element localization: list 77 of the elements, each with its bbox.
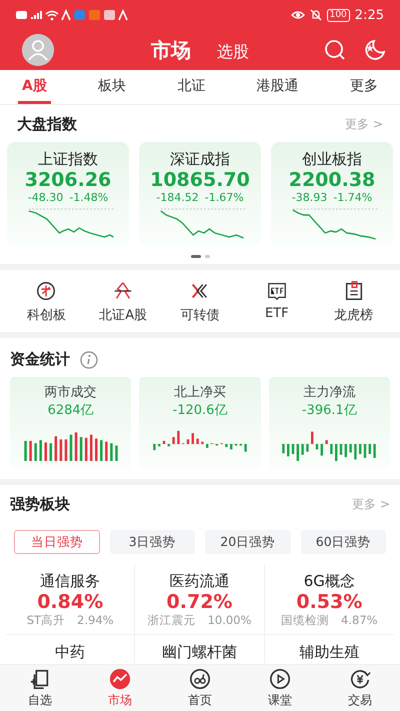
circle-glyph-icon xyxy=(35,280,58,302)
fund-value: -396.1亿 xyxy=(302,402,357,419)
shortcut-button[interactable]: 科创板 xyxy=(8,280,85,324)
fund-value: 6284亿 xyxy=(48,402,94,419)
index-change: -48.30 xyxy=(28,191,64,204)
market-tab[interactable]: A股 xyxy=(18,70,51,104)
period-tab[interactable]: 60日强势 xyxy=(300,530,386,554)
index-card[interactable]: 上证指数 3206.26 -48.30 -1.48% xyxy=(7,142,129,247)
index-card[interactable]: 创业板指 2200.38 -38.93 -1.74% xyxy=(271,142,393,247)
stock-picker-link[interactable]: 选股 xyxy=(217,42,249,62)
leader-percent: 10.00% xyxy=(208,613,252,628)
fund-card[interactable]: 两市成交 6284亿 xyxy=(10,377,132,469)
avatar-icon[interactable] xyxy=(22,34,54,66)
index-percent: -1.67% xyxy=(204,191,244,204)
index-value: 10865.70 xyxy=(150,169,250,191)
shortcut-button[interactable]: 可转债 xyxy=(162,280,238,324)
index-name: 深证成指 xyxy=(170,150,230,169)
index-percent: -1.74% xyxy=(333,191,372,204)
sector-name[interactable]: 6G概念 xyxy=(304,572,355,591)
section-title: 强势板块 xyxy=(10,495,70,514)
pages-icon xyxy=(29,668,51,690)
leader-percent: 2.94% xyxy=(77,613,114,628)
yen-refresh-icon xyxy=(349,668,371,690)
index-value: 3206.26 xyxy=(24,169,112,191)
section-title: 资金统计 xyxy=(10,350,70,369)
index-value: 2200.38 xyxy=(288,169,376,191)
sector-name[interactable]: 医药流通 xyxy=(169,572,230,591)
loop-icon xyxy=(189,668,211,690)
sector-name[interactable]: 通信服务 xyxy=(40,572,100,591)
period-tab[interactable]: 20日强势 xyxy=(205,530,290,554)
clock: 2:25 xyxy=(354,8,384,22)
index-change: -184.52 xyxy=(156,191,199,204)
shortcut-button[interactable]: 龙虎榜 xyxy=(315,280,392,324)
sector-percent: 0.53% xyxy=(296,591,362,613)
search-icon[interactable] xyxy=(324,39,346,61)
index-name: 创业板指 xyxy=(302,150,362,169)
fund-card[interactable]: 北上净买 -120.6亿 xyxy=(139,377,261,469)
shortcut-button[interactable]: 北证A股 xyxy=(84,280,162,324)
period-tab[interactable]: 3日强势 xyxy=(110,530,195,554)
nav-item[interactable]: 交易 xyxy=(320,665,400,711)
section-title: 大盘指数 xyxy=(17,115,77,134)
nav-item[interactable]: 自选 xyxy=(0,665,80,711)
nav-item[interactable]: 课堂 xyxy=(240,665,320,711)
page-title: 市场 xyxy=(151,36,191,64)
market-tab[interactable]: 更多 xyxy=(346,70,382,104)
moon-star-icon[interactable] xyxy=(364,39,386,61)
fund-name: 主力净流 xyxy=(303,384,356,401)
sector-name[interactable]: 辅助生殖 xyxy=(299,643,360,662)
sector-name[interactable]: 幽门螺杆菌 xyxy=(162,643,237,662)
eye-icon xyxy=(290,10,305,20)
index-percent: -1.48% xyxy=(69,191,108,204)
battery-level: 100 xyxy=(326,8,350,22)
fund-value: -120.6亿 xyxy=(172,402,228,419)
index-name: 上证指数 xyxy=(38,150,98,169)
fund-card[interactable]: 主力净流 -396.1亿 xyxy=(268,377,390,469)
leader-stock: 国缆检测 xyxy=(281,613,330,628)
sector-percent: 0.72% xyxy=(166,591,232,613)
nav-item[interactable]: 市场 xyxy=(80,665,160,711)
index-card[interactable]: 深证成指 10865.70 -184.52 -1.67% xyxy=(139,142,261,247)
sector-name[interactable]: 中药 xyxy=(55,643,86,662)
index-change: -38.93 xyxy=(292,191,328,204)
shortcut-button[interactable]: ETF xyxy=(238,280,316,324)
market-tab[interactable]: 港股通 xyxy=(252,70,303,104)
sector-percent: 0.84% xyxy=(37,591,104,613)
leader-stock: ST高升 xyxy=(26,613,66,628)
period-tab[interactable]: 当日强势 xyxy=(14,530,100,554)
fund-name: 两市成交 xyxy=(44,384,97,401)
market-tab[interactable]: 板块 xyxy=(94,70,130,104)
muted-bell-icon xyxy=(310,9,322,21)
market-tab[interactable]: 北证 xyxy=(173,70,210,104)
leader-percent: 4.87% xyxy=(341,613,378,628)
nav-item[interactable]: 首页 xyxy=(160,665,240,711)
fund-name: 北上净买 xyxy=(174,384,226,401)
info-icon[interactable] xyxy=(80,350,98,368)
play-icon xyxy=(269,668,291,690)
leader-stock: 浙江震元 xyxy=(148,613,196,628)
etf-tag-icon xyxy=(266,280,288,302)
